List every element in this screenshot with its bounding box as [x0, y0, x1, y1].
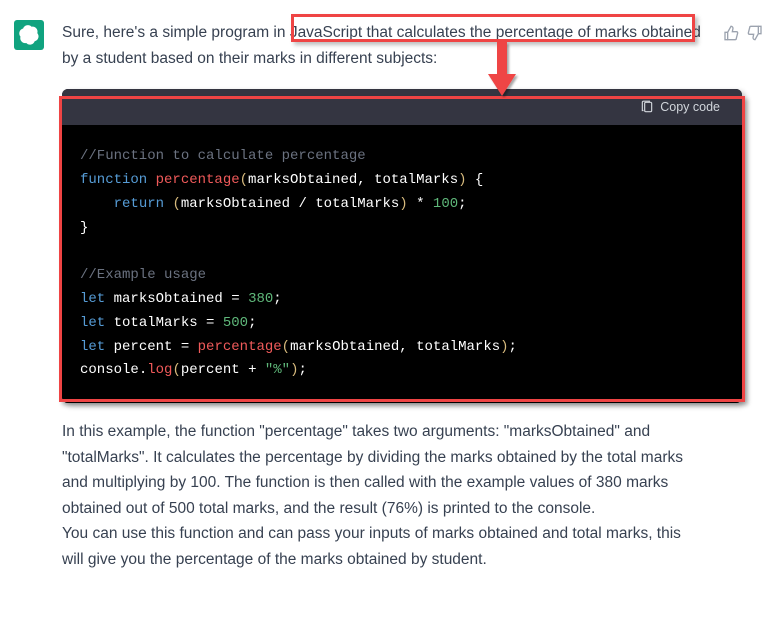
explain-p2: You can use this function and can pass y…	[62, 525, 681, 568]
code-block-header: Copy code	[62, 89, 742, 125]
explain-p1: In this example, the function "percentag…	[62, 423, 683, 517]
clipboard-icon	[640, 100, 654, 114]
intro-line2: by a student based on their marks in dif…	[62, 50, 437, 67]
intro-part-a: Sure, here's a simple program in	[62, 24, 290, 41]
thumbs-down-button[interactable]	[747, 24, 763, 40]
thumbs-up-button[interactable]	[723, 24, 739, 40]
intro-highlighted: JavaScript that calculates the percentag…	[290, 24, 637, 41]
explanation-text: In this example, the function "percentag…	[62, 419, 705, 572]
code-block: Copy code //Function to calculate percen…	[62, 89, 742, 403]
assistant-avatar	[14, 20, 44, 50]
intro-part-b: obtained	[637, 24, 701, 41]
copy-code-label: Copy code	[660, 100, 720, 114]
assistant-intro-text: Sure, here's a simple program in JavaScr…	[62, 20, 705, 403]
copy-code-button[interactable]: Copy code	[634, 99, 726, 115]
code-content: //Function to calculate percentage funct…	[62, 125, 742, 403]
